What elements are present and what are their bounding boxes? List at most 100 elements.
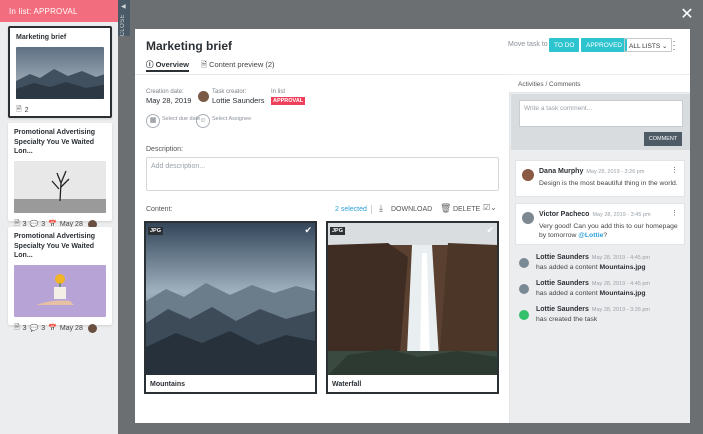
comment-item: Victor Pacheco May 28, 2019 - 3:45 pm Ver…	[515, 203, 685, 245]
checkmark-icon[interactable]: ✔	[486, 225, 494, 236]
activity-header: Activities / Comments	[509, 75, 690, 93]
in-list: In list APPROVAL	[271, 89, 306, 105]
author-name: Dana Murphy	[539, 168, 584, 175]
download-button[interactable]: DOWNLOAD	[391, 206, 432, 213]
task-creator: Task creator: Lottie Saunders	[212, 89, 265, 105]
avatar	[198, 91, 209, 102]
tab-content-preview[interactable]: 🗎 Content preview (2)	[201, 59, 275, 72]
more-options-icon[interactable]: ⋮	[671, 209, 678, 217]
card-title: Promotional Advertising Specialty You Ve…	[14, 233, 96, 259]
comment-author: Dana Murphy May 28, 2019 - 3:26 pm	[539, 168, 644, 175]
file-count: 2	[24, 106, 29, 114]
file-icon	[519, 284, 529, 294]
select-assignee-label[interactable]: Select Assignee	[212, 116, 251, 123]
card-thumbnail	[16, 46, 104, 99]
card-meta: 🗎 2	[16, 105, 104, 116]
file-icon	[519, 258, 529, 268]
user-icon[interactable]: ☺	[196, 114, 210, 128]
task-card[interactable]: Promotional Advertising Specialty You Ve…	[8, 227, 112, 333]
download-icon[interactable]: ⤓	[379, 203, 383, 214]
creation-date-value: May 28, 2019	[146, 96, 192, 105]
task-card[interactable]: Marketing brief 🗎 2	[8, 26, 112, 118]
author-name: Lottie Saunders	[536, 254, 589, 261]
log-text-part: has added a content	[536, 290, 600, 297]
move-approved-button[interactable]: APPROVED	[581, 38, 628, 52]
card-thumbnail	[14, 264, 106, 317]
comment-author: Victor Pacheco May 28, 2019 - 3:45 pm	[539, 211, 651, 218]
task-creator-label: Task creator:	[212, 89, 247, 95]
task-list-panel: In list: APPROVAL Marketing brief 🗎 2 Pr…	[0, 0, 118, 434]
content-label: Content:	[146, 206, 173, 213]
selected-count[interactable]: 2 selected	[335, 206, 367, 213]
media-card-waterfall[interactable]: JPG ✔ Waterfall	[326, 221, 499, 394]
log-author: Lottie Saunders May 28, 2019 - 4:45 pm	[536, 254, 650, 261]
comment-time: May 28, 2019 - 3:45 pm	[592, 212, 651, 218]
trash-icon[interactable]: 🗑	[440, 203, 451, 214]
select-due-date-label[interactable]: Select due date	[162, 116, 200, 123]
mention-link[interactable]: @Lottie	[578, 232, 603, 239]
list-header: In list: APPROVAL	[0, 0, 118, 22]
page-title: Marketing brief	[146, 39, 233, 53]
tab-divider	[135, 74, 509, 75]
tab-overview[interactable]: ⓘ Overview	[146, 59, 189, 72]
comment-text: Very good! Can you add this to our homep…	[539, 222, 679, 240]
author-name: Lottie Saunders	[536, 280, 589, 287]
log-text: has added a content Mountains.jpg	[536, 290, 646, 297]
divider	[371, 205, 372, 214]
creation-date-label: Creation date:	[146, 89, 184, 95]
log-text: has added a content Mountains.jpg	[536, 264, 646, 271]
log-file-name: Mountains.jpg	[599, 264, 646, 271]
comment-count: 3	[41, 324, 46, 332]
log-file-name: Mountains.jpg	[599, 290, 646, 297]
comment-text-part: ?	[603, 232, 608, 239]
avatar	[522, 169, 534, 181]
more-options-icon[interactable]: · · ·	[671, 37, 677, 54]
card-title: Marketing brief	[16, 34, 67, 41]
author-name: Victor Pacheco	[539, 211, 590, 218]
file-count: 3	[22, 324, 27, 332]
file-icon: 🗎	[14, 323, 20, 331]
task-modal: Marketing brief Move task to TO DO APPRO…	[135, 29, 690, 423]
move-task-label: Move task to	[508, 41, 548, 48]
comment-button[interactable]: COMMENT	[644, 132, 682, 146]
file-type-badge: JPG	[148, 227, 164, 235]
comment-composer: Write a task comment... COMMENT	[511, 94, 690, 150]
media-thumbnail	[328, 223, 497, 375]
comment-time: May 28, 2019 - 3:26 pm	[586, 169, 645, 175]
comment-text: Design is the most beautiful thing in th…	[539, 180, 678, 187]
all-lists-label: ALL LISTS	[629, 43, 661, 50]
log-author: Lottie Saunders May 28, 2019 - 3:26 pm	[536, 306, 650, 313]
more-options-icon[interactable]: ⋮	[671, 166, 678, 174]
creation-date: Creation date: May 28, 2019	[146, 89, 191, 105]
tab-bar: ⓘ Overview 🗎 Content preview (2)	[146, 59, 275, 72]
comment-item: Dana Murphy May 28, 2019 - 3:26 pm Design…	[515, 160, 685, 197]
log-text-part: has created the task	[536, 316, 598, 323]
collapse-panel-tab[interactable]: ◀ CLOSE	[118, 0, 130, 36]
description-input[interactable]: Add description...	[146, 157, 499, 191]
calendar-icon[interactable]: ▦	[146, 114, 160, 128]
close-tab-label: CLOSE	[120, 14, 126, 37]
created-icon	[519, 310, 529, 320]
task-card[interactable]: Promotional Advertising Specialty You Ve…	[8, 123, 112, 229]
log-author: Lottie Saunders May 28, 2019 - 4:45 pm	[536, 280, 650, 287]
close-icon[interactable]: ✕	[680, 7, 694, 23]
comment-text-part: Very good! Can you add this to our homep…	[539, 223, 678, 239]
all-lists-dropdown[interactable]: ALL LISTS ⌄	[624, 38, 673, 52]
chevron-left-icon: ◀	[121, 4, 126, 10]
media-card-mountains[interactable]: JPG ✔ Mountains	[144, 221, 317, 394]
tab-label: Overview	[155, 60, 189, 69]
comment-icon: 💬	[29, 325, 39, 332]
activity-title: Activities / Comments	[518, 81, 581, 88]
delete-button[interactable]: DELETE	[453, 206, 480, 213]
log-text-part: has added a content	[536, 264, 600, 271]
select-all-checkbox[interactable]: ☑⌄	[483, 203, 497, 212]
card-title: Promotional Advertising Specialty You Ve…	[14, 129, 96, 155]
avatar	[522, 212, 534, 224]
move-todo-button[interactable]: TO DO	[549, 38, 580, 52]
in-list-label: In list	[271, 89, 286, 95]
checkmark-icon[interactable]: ✔	[304, 225, 312, 236]
description-label: Description:	[146, 146, 183, 153]
log-time: May 28, 2019 - 3:26 pm	[591, 307, 650, 313]
comment-input[interactable]: Write a task comment...	[519, 100, 683, 127]
tab-label: Content preview (2)	[209, 60, 275, 69]
